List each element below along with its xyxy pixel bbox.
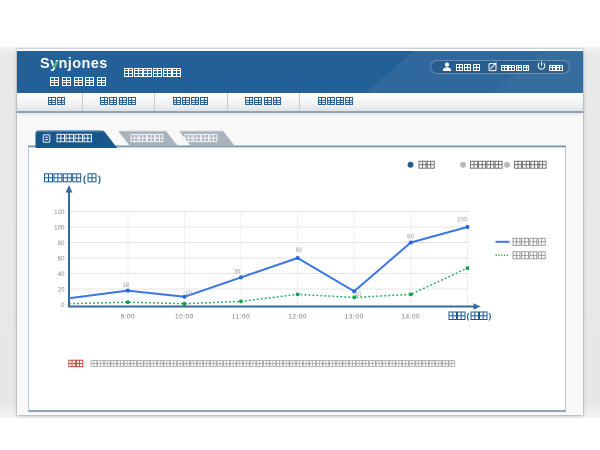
svg-text:0: 0 bbox=[61, 301, 65, 308]
svg-text:60: 60 bbox=[296, 248, 303, 254]
svg-text:9:00: 9:00 bbox=[120, 313, 135, 320]
svg-text:(: ( bbox=[467, 311, 470, 321]
svg-text:): ) bbox=[489, 311, 492, 321]
svg-text:60: 60 bbox=[58, 255, 65, 262]
svg-text:(: ( bbox=[83, 173, 86, 183]
svg-text:13:00: 13:00 bbox=[345, 313, 364, 320]
svg-text::: : bbox=[85, 361, 87, 368]
svg-text:10:00: 10:00 bbox=[175, 313, 194, 320]
svg-text:40: 40 bbox=[58, 270, 65, 277]
svg-text:10: 10 bbox=[355, 291, 362, 297]
svg-text:11:00: 11:00 bbox=[232, 313, 250, 320]
svg-text:100: 100 bbox=[457, 217, 468, 223]
svg-text:12:00: 12:00 bbox=[288, 313, 307, 320]
svg-text:100: 100 bbox=[54, 224, 65, 231]
svg-text:): ) bbox=[98, 173, 101, 183]
svg-text:10: 10 bbox=[185, 291, 192, 297]
svg-text:80: 80 bbox=[58, 239, 65, 246]
svg-text:120: 120 bbox=[54, 208, 65, 215]
svg-text:14:00: 14:00 bbox=[401, 313, 420, 320]
svg-text:35: 35 bbox=[234, 269, 241, 275]
svg-text:18: 18 bbox=[122, 283, 129, 289]
svg-text:20: 20 bbox=[58, 286, 65, 293]
svg-text:80: 80 bbox=[407, 234, 414, 240]
